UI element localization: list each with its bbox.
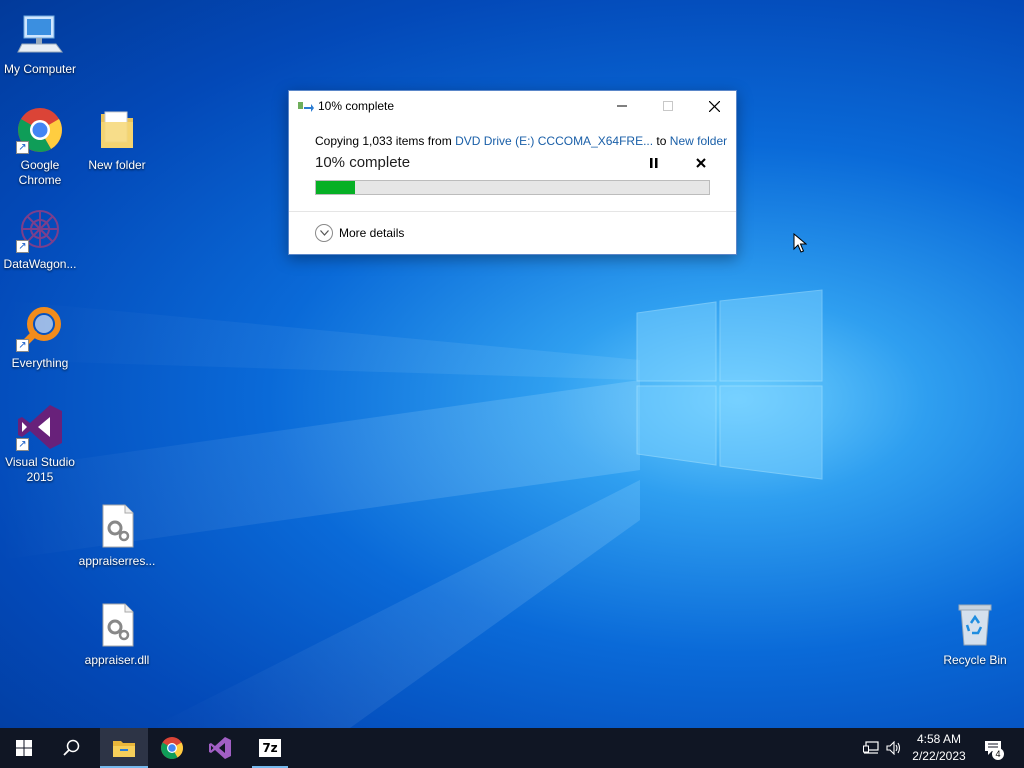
windows-logo-wallpaper [636,289,823,480]
desktop-icon-label: New folder [88,158,146,172]
dll-file-icon [93,601,141,649]
shortcut-arrow-icon: ↗ [16,141,29,154]
visual-studio-icon: ↗ [16,403,64,451]
maximize-icon [663,101,673,111]
shortcut-arrow-icon: ↗ [16,240,29,253]
everything-search-icon: ↗ [16,304,64,352]
minimize-icon [617,105,627,107]
taskbar-visual-studio[interactable] [196,728,244,768]
desktop-icon-label: appraiserres... [78,554,156,568]
progress-bar-fill [316,181,356,194]
start-icon [16,740,32,756]
copy-status-line: Copying 1,033 items from DVD Drive (E:) … [315,134,727,148]
chrome-icon [161,737,183,759]
progress-percent-label: 10% complete [315,154,411,171]
close-button[interactable] [691,91,737,121]
source-link[interactable]: DVD Drive (E:) CCCOMA_X64FRE... [455,134,653,148]
network-icon [863,741,879,754]
pause-button[interactable] [644,155,664,171]
action-center-button[interactable] [980,728,1006,768]
notification-count-badge: 4 [992,748,1004,760]
desktop-icon-visual-studio[interactable]: ↗ Visual Studio 2015 [0,403,80,485]
copy-progress-dialog: 10% complete Copying 1,033 items from DV… [288,90,737,255]
recycle-bin-icon [951,601,999,649]
folder-icon [93,106,141,154]
datawagon-icon: ↗ [16,205,64,253]
copy-progress-bar [315,180,710,195]
to-text: to [653,134,670,148]
maximize-button[interactable] [645,91,691,121]
minimize-button[interactable] [599,91,645,121]
desktop-icon-everything[interactable]: ↗ Everything [0,304,80,371]
desktop-icon-label: Google Chrome [18,158,62,187]
dialog-divider [289,211,736,212]
taskbar-7zip[interactable]: 7z [246,728,294,768]
desktop-icon-appraiserres[interactable]: appraiserres... [77,502,157,569]
copy-prefix-text: Copying 1,033 items from [315,134,456,148]
desktop-icon-label: Recycle Bin [943,653,1007,667]
visual-studio-icon [209,737,231,759]
taskbar-file-explorer[interactable] [100,728,148,768]
desktop-icon-google-chrome[interactable]: ↗ Google Chrome [0,106,80,188]
clock-date: 2/22/2023 [912,749,966,763]
desktop-icon-label: Visual Studio 2015 [5,455,75,484]
desktop-icon-label: appraiser.dll [84,653,150,667]
pause-icon [650,158,658,168]
volume-icon [886,741,901,755]
more-details-label: More details [339,226,405,240]
start-button[interactable] [0,728,48,768]
desktop-icon-appraiser-dll[interactable]: appraiser.dll [77,601,157,668]
taskbar-clock[interactable]: 4:58 AM 2/22/2023 [905,731,973,765]
clock-time: 4:58 AM [916,732,962,746]
desktop-icon-new-folder[interactable]: New folder [77,106,157,173]
desktop-icon-datawagon[interactable]: ↗ DataWagon... [0,205,80,272]
chrome-icon: ↗ [16,106,64,154]
desktop-icon-my-computer[interactable]: My Computer [0,10,80,77]
close-icon [708,100,720,112]
search-icon [63,739,80,756]
7zip-icon: 7z [259,739,281,757]
desktop-icon-label: My Computer [3,62,77,76]
shortcut-arrow-icon: ↗ [16,438,29,451]
desktop-icon-label: Everything [11,356,69,370]
more-details-toggle[interactable]: More details [315,223,404,243]
cancel-copy-button[interactable] [691,154,711,172]
destination-link[interactable]: New folder [670,134,727,148]
dialog-titlebar[interactable]: 10% complete [289,91,736,121]
config-file-icon [93,502,141,550]
cancel-icon [696,158,706,168]
taskbar-chrome[interactable] [148,728,196,768]
taskbar: 7z 4:58 AM 2/22/2023 [0,728,1024,768]
network-tray-button[interactable] [860,728,882,768]
mouse-pointer-icon [793,233,807,253]
taskbar-search-button[interactable] [48,728,96,768]
volume-tray-button[interactable] [884,728,904,768]
shortcut-arrow-icon: ↗ [16,339,29,352]
file-copy-icon [298,102,314,112]
desktop-icon-recycle-bin[interactable]: Recycle Bin [935,601,1015,668]
file-explorer-icon [113,741,135,757]
computer-icon [16,10,64,58]
desktop-icon-label: DataWagon... [3,257,77,271]
dialog-title: 10% complete [318,99,395,113]
chevron-down-icon [315,224,333,242]
